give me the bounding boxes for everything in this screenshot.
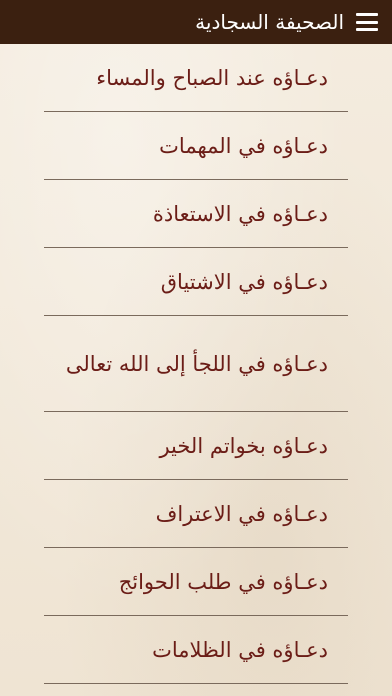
list-item-label: دعـاؤه في طلب الحوائج <box>118 570 328 594</box>
list-item-label: دعـاؤه في اللجأ إلى الله تعالى <box>65 352 328 376</box>
list-item[interactable]: دعـاؤه في اللجأ إلى الله تعالى <box>0 316 392 412</box>
list-item[interactable]: دعـاؤه في الظلامات <box>0 616 392 684</box>
menu-line <box>356 28 378 31</box>
app-header: الصحيفة السجادية <box>0 0 392 44</box>
list-item-label: دعـاؤه في الاعتراف <box>155 502 328 526</box>
list-item[interactable]: دعـاؤه في الاستعاذة <box>0 180 392 248</box>
supplication-list: دعـاؤه عند الصباح والمساء دعـاؤه في المه… <box>0 44 392 684</box>
list-item-label: دعـاؤه في الاشتياق <box>160 270 328 294</box>
list-item-label: دعـاؤه في الظلامات <box>152 638 328 662</box>
list-item[interactable]: دعـاؤه عند الصباح والمساء <box>0 44 392 112</box>
menu-line <box>356 13 378 16</box>
list-item-label: دعـاؤه بخواتم الخير <box>159 434 328 458</box>
list-item-label: دعـاؤه في المهمات <box>159 134 328 158</box>
list-item[interactable]: دعـاؤه بخواتم الخير <box>0 412 392 480</box>
page-title: الصحيفة السجادية <box>195 10 344 34</box>
list-item[interactable]: دعـاؤه في الاعتراف <box>0 480 392 548</box>
hamburger-menu-icon[interactable] <box>356 13 378 31</box>
list-item[interactable]: دعـاؤه في الاشتياق <box>0 248 392 316</box>
list-item-label: دعـاؤه في الاستعاذة <box>152 202 328 226</box>
list-item[interactable]: دعـاؤه في طلب الحوائج <box>0 548 392 616</box>
list-item-label: دعـاؤه عند الصباح والمساء <box>96 66 328 90</box>
menu-line <box>356 20 378 24</box>
list-item[interactable]: دعـاؤه في المهمات <box>0 112 392 180</box>
